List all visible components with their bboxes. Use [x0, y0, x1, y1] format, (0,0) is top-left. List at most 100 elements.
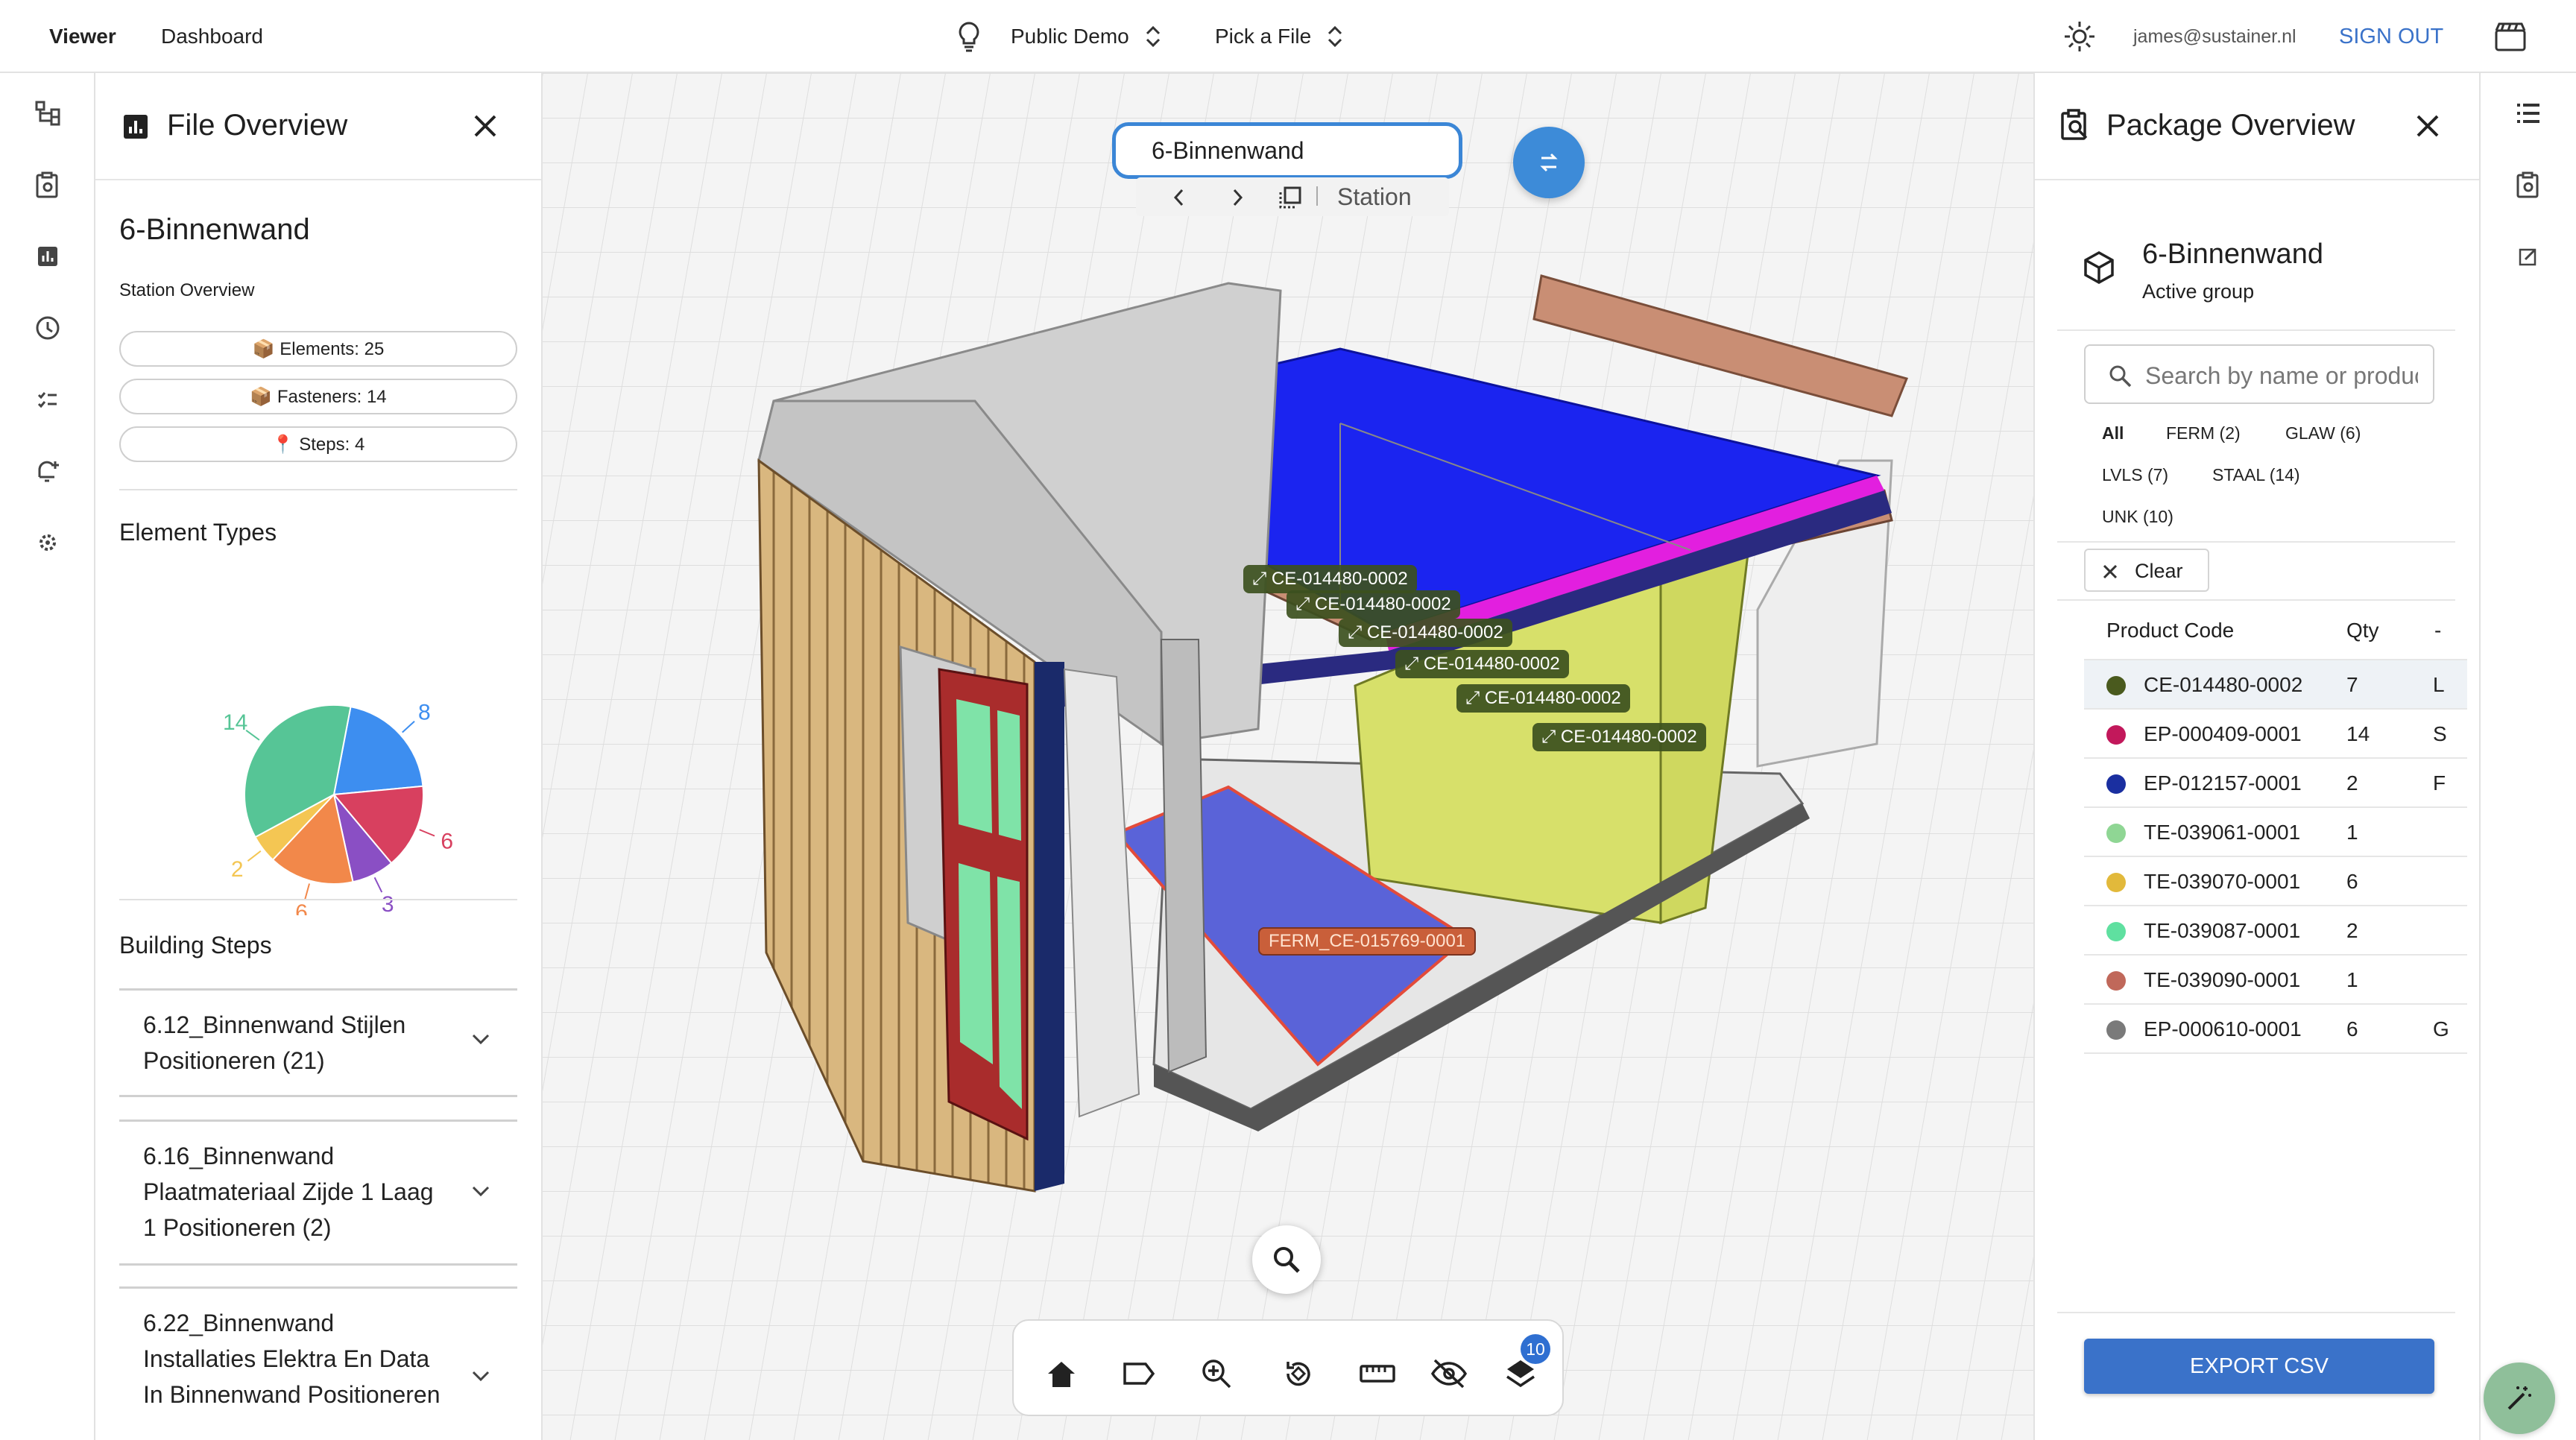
filter-chip-ferm[interactable]: FERM (2) — [2166, 423, 2241, 443]
pie-leader-line — [373, 877, 383, 893]
pie-label: 3 — [382, 892, 394, 915]
sign-out-button[interactable]: SIGN OUT — [2339, 0, 2443, 73]
product-code: TE-039087-0001 — [2144, 919, 2301, 942]
viewer-search-button[interactable] — [1252, 1225, 1321, 1294]
table-row[interactable]: TE-039090-0001 1 — [2084, 956, 2467, 1005]
element-tag[interactable]: ⤢ CE-014480-0002 — [1456, 684, 1630, 713]
table-row[interactable]: EP-000409-0001 14 S — [2084, 710, 2467, 759]
station-label[interactable]: Station — [1337, 183, 1412, 211]
filter-chip-unk[interactable]: UNK (10) — [2102, 507, 2174, 527]
step-label: In Binnenwand Positioneren — [143, 1381, 441, 1408]
table-row[interactable]: EP-000610-0001 6 G — [2084, 1005, 2467, 1054]
table-row[interactable]: TE-039070-0001 6 — [2084, 857, 2467, 906]
project-select[interactable]: Public Demo — [1011, 0, 1164, 73]
chevron-down-icon — [472, 1186, 490, 1197]
chevron-left-icon[interactable] — [1172, 188, 1187, 207]
element-tag[interactable]: ⤢ CE-014480-0002 — [1395, 650, 1569, 678]
assistant-button[interactable] — [2484, 1362, 2555, 1434]
sync-button[interactable] — [1513, 127, 1585, 198]
chart-icon[interactable] — [30, 239, 66, 274]
checklist-icon[interactable] — [30, 382, 66, 417]
product-qty: 1 — [2346, 968, 2358, 991]
3d-viewport[interactable]: 6-Binnenwand Station ⤢ CE-014480-0002 ⤢ … — [543, 73, 2033, 1440]
chevron-updown-icon — [1146, 25, 1160, 48]
product-code: TE-039070-0001 — [2144, 870, 2301, 893]
product-qty: 14 — [2346, 722, 2370, 745]
pie-leader-line — [419, 829, 435, 837]
settings-icon[interactable] — [30, 525, 66, 560]
pie-leader-line — [247, 850, 262, 862]
lightbulb-icon[interactable] — [954, 0, 984, 73]
product-code: TE-039061-0001 — [2144, 821, 2301, 844]
station-nav: Station — [1136, 177, 1449, 216]
step-item[interactable]: 6.16_Binnenwand Plaatmateriaal Zijde 1 La… — [119, 1120, 517, 1266]
clipboard-search-icon[interactable] — [30, 167, 66, 203]
chevron-right-icon[interactable] — [1230, 188, 1245, 207]
pie-leader-line — [304, 883, 311, 900]
edit-note-icon[interactable] — [2510, 239, 2546, 274]
step-label: 6.16_Binnenwand — [143, 1143, 335, 1169]
select-all-icon[interactable] — [1278, 185, 1303, 210]
clapperboard-icon[interactable] — [2494, 0, 2527, 73]
hierarchy-icon[interactable] — [30, 95, 66, 131]
product-qty: 6 — [2346, 870, 2358, 893]
step-label: 6.12_Binnenwand Stijlen — [143, 1011, 406, 1038]
filter-chip-lvls[interactable]: LVLS (7) — [2102, 465, 2168, 485]
clear-filter-button[interactable]: Clear — [2084, 549, 2209, 592]
rotate-icon[interactable] — [1278, 1353, 1319, 1395]
chart-icon — [124, 115, 148, 139]
color-dot — [2106, 774, 2126, 794]
close-icon[interactable] — [2415, 113, 2440, 139]
swap-icon — [1540, 153, 1558, 172]
filter-chip-glaw[interactable]: GLAW (6) — [2285, 423, 2361, 443]
ruler-icon[interactable] — [1357, 1353, 1398, 1395]
element-tag[interactable]: ⤢ CE-014480-0002 — [1243, 565, 1417, 593]
column-header-code[interactable]: Product Code — [2106, 619, 2234, 642]
nav-viewer[interactable]: Viewer — [49, 0, 116, 73]
filter-chip-all[interactable]: All — [2102, 423, 2124, 443]
fasteners-pill: 📦 Fasteners: 14 — [119, 379, 517, 414]
table-row[interactable]: EP-012157-0001 2 F — [2084, 759, 2467, 808]
element-tag[interactable]: ⤢ CE-014480-0002 — [1339, 619, 1512, 647]
viewer-search-input[interactable]: 6-Binnenwand — [1112, 122, 1462, 179]
label-icon[interactable] — [1118, 1353, 1160, 1395]
file-name: 6-Binnenwand — [119, 213, 310, 246]
app-root: Viewer Dashboard Public Demo Pick a File… — [0, 0, 2576, 1440]
user-email: james@sustainer.nl — [2133, 25, 2296, 47]
color-dot — [2106, 824, 2126, 843]
sun-icon[interactable] — [2063, 0, 2096, 73]
table-row[interactable]: TE-039087-0001 2 — [2084, 906, 2467, 956]
clipboard-search-icon[interactable] — [2510, 167, 2546, 203]
clock-icon[interactable] — [30, 310, 66, 346]
color-dot — [2106, 873, 2126, 892]
panel-title: File Overview — [167, 109, 348, 142]
pie-leader-line — [245, 729, 260, 741]
add-alert-icon[interactable] — [30, 453, 66, 489]
pie-label: 8 — [418, 701, 431, 725]
close-icon — [2103, 564, 2118, 579]
list-icon[interactable] — [2510, 95, 2546, 131]
close-icon[interactable] — [473, 113, 498, 139]
column-header-qty[interactable]: Qty — [2346, 619, 2379, 642]
nav-dashboard[interactable]: Dashboard — [161, 0, 263, 73]
table-row[interactable]: CE-014480-0002 7 L — [2084, 660, 2467, 710]
step-label: Plaatmateriaal Zijde 1 Laag — [143, 1178, 434, 1205]
magic-wand-icon — [2507, 1386, 2531, 1410]
home-icon[interactable] — [1041, 1353, 1082, 1395]
filter-chip-staal[interactable]: STAAL (14) — [2212, 465, 2300, 485]
file-select[interactable]: Pick a File — [1215, 0, 1345, 73]
package-search-input[interactable]: Search by name or product — [2084, 344, 2434, 404]
export-csv-button[interactable]: EXPORT CSV — [2084, 1339, 2434, 1394]
zoom-in-icon[interactable] — [1196, 1353, 1237, 1395]
element-tag[interactable]: ⤢ CE-014480-0002 — [1532, 723, 1706, 751]
panel-header: File Overview — [95, 73, 541, 180]
right-rail — [2481, 73, 2576, 1440]
column-header-extra[interactable]: - — [2434, 619, 2441, 642]
panel-title: Package Overview — [2106, 109, 2355, 142]
highlight-tag[interactable]: FERM_CE-015769-0001 — [1258, 927, 1477, 956]
table-row[interactable]: TE-039061-0001 1 — [2084, 808, 2467, 857]
visibility-off-icon[interactable] — [1428, 1353, 1470, 1395]
step-item[interactable]: 6.12_Binnenwand Stijlen Positioneren (21) — [119, 988, 517, 1097]
step-item[interactable]: 6.22_Binnenwand Installaties Elektra En D… — [119, 1286, 517, 1440]
element-tag[interactable]: ⤢ CE-014480-0002 — [1287, 590, 1460, 619]
